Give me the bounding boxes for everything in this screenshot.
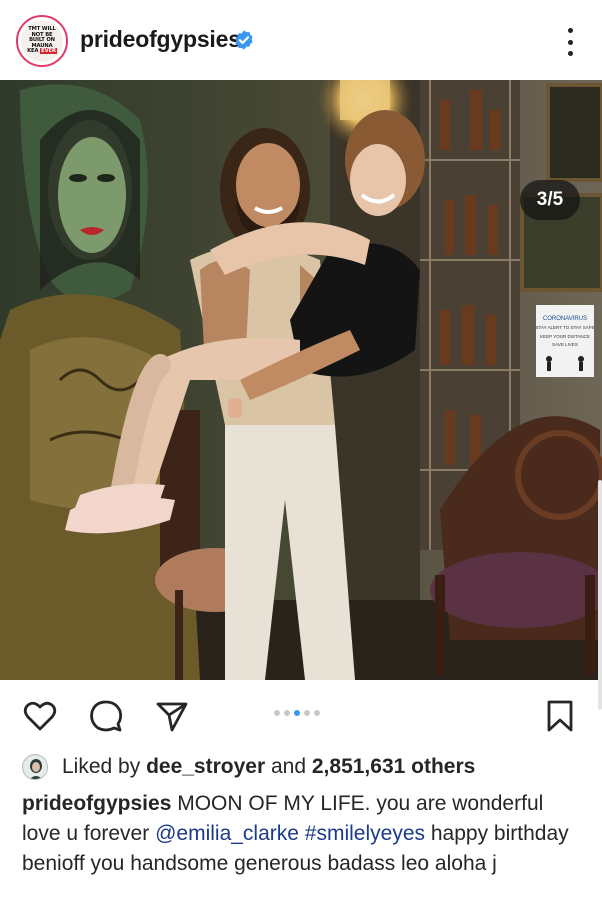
avatar-text-line: KEA EVER: [27, 48, 57, 55]
liker-avatar[interactable]: [22, 754, 48, 780]
pagination-dot: [314, 710, 320, 716]
likes-text[interactable]: Liked by dee_stroyer and 2,851,631 other…: [62, 755, 475, 779]
bookmark-icon[interactable]: [542, 698, 578, 734]
photo-illustration: CORONAVIRUS STAY ALERT TO STAY SAFE KEEP…: [0, 80, 602, 680]
pagination-dot: [284, 710, 290, 716]
sign-line: CORONAVIRUS: [543, 316, 587, 322]
likes-prefix: Liked by: [62, 755, 141, 778]
profile-avatar[interactable]: TMT WILL NOT BE BUILT ON MAUNA KEA EVER: [16, 15, 68, 67]
scrollbar[interactable]: [598, 480, 602, 710]
sign-line: SAVE LIVES: [552, 342, 578, 347]
sign-line: STAY ALERT TO STAY SAFE: [536, 325, 595, 330]
likes-summary: Liked by dee_stroyer and 2,851,631 other…: [22, 753, 475, 781]
pagination-dot: [304, 710, 310, 716]
liker-username[interactable]: dee_stroyer: [146, 755, 265, 778]
more-vertical-icon[interactable]: [560, 28, 580, 56]
pagination-dot: [274, 710, 280, 716]
liker-avatar-image: [24, 756, 47, 779]
post-photo[interactable]: CORONAVIRUS STAY ALERT TO STAY SAFE KEEP…: [0, 80, 602, 680]
likes-and: and: [270, 755, 307, 778]
sign-line: KEEP YOUR DISTANCE: [540, 334, 590, 339]
carousel-counter: 3/5: [520, 180, 580, 220]
share-icon[interactable]: [154, 698, 190, 734]
caption-hashtag[interactable]: #smilelyeyes: [305, 822, 425, 845]
post-header: TMT WILL NOT BE BUILT ON MAUNA KEA EVER …: [0, 0, 602, 80]
pagination-dot-active: [294, 710, 300, 716]
comment-icon[interactable]: [88, 698, 124, 734]
caption-mention[interactable]: @emilia_clarke: [155, 822, 299, 845]
post-caption: prideofgypsies MOON OF MY LIFE. you are …: [22, 789, 582, 879]
carousel-pagination: [274, 710, 320, 716]
heart-icon[interactable]: [22, 698, 58, 734]
post-username[interactable]: prideofgypsies: [80, 26, 241, 53]
avatar-logo: TMT WILL NOT BE BUILT ON MAUNA KEA EVER: [21, 20, 63, 62]
avatar-text-word: EVER: [40, 48, 57, 55]
avatar-text-word: KEA: [27, 48, 39, 55]
likes-count[interactable]: 2,851,631 others: [312, 755, 475, 778]
verified-badge-icon: [235, 30, 253, 50]
caption-username[interactable]: prideofgypsies: [22, 792, 171, 815]
